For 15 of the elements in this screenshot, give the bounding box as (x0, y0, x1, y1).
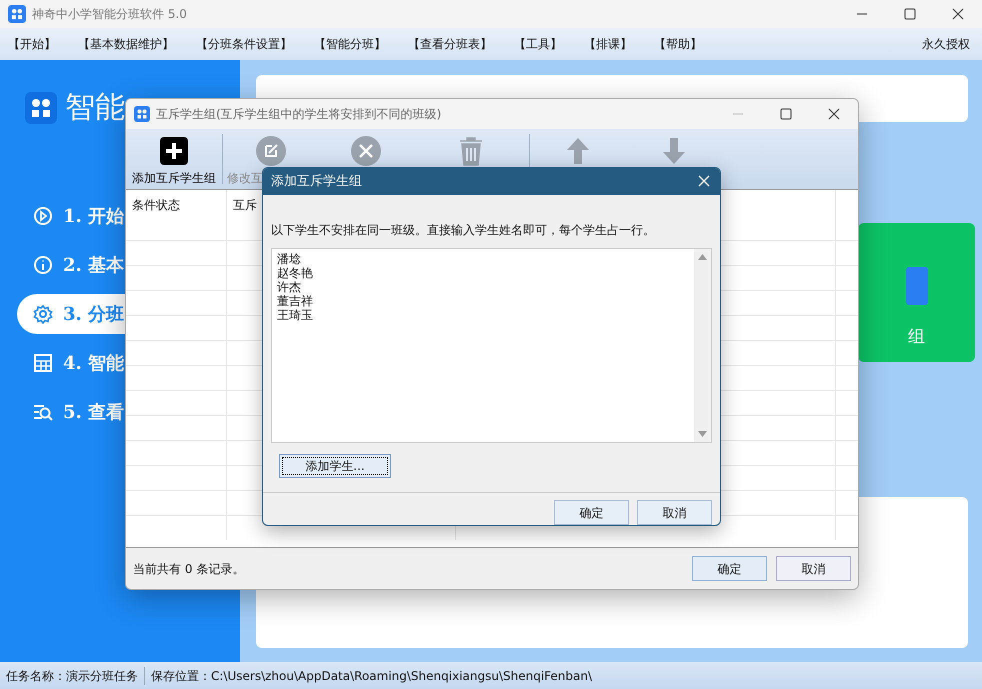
student-name: 许杰 (277, 280, 302, 294)
task-name-label: 任务名称：演示分班任务 (6, 668, 139, 684)
window-title: 互斥学生组(互斥学生组中的学生将安排到不同的班级) (156, 106, 442, 123)
sidebar-title: 智能 (65, 93, 125, 123)
student-name: 赵冬艳 (277, 266, 314, 280)
license-label: 永久授权 (922, 36, 970, 53)
student-name: 王琦玉 (277, 308, 314, 322)
dialog-title: 添加互斥学生组 (271, 172, 362, 191)
card-label: 组 (908, 326, 925, 349)
save-path-label: 保存位置：C:\Users\zhou\AppData\Roaming\Shenqixiangsu\ShenqiFenban\ (150, 668, 592, 684)
student-name: 潘埝 (277, 252, 302, 266)
instruction-text: 以下学生不安排在同一班级。直接输入学生姓名即可，每个学生占一行。 (271, 222, 655, 237)
window-title: 神奇中小学智能分班软件 5.0 (32, 6, 187, 23)
record-count: 当前共有 0 条记录。 (133, 560, 244, 578)
student-name: 董吉祥 (277, 294, 314, 308)
